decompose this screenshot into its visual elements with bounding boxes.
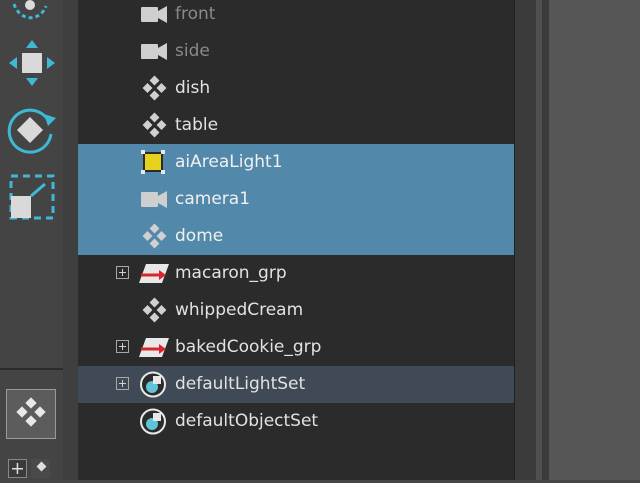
expand-icon[interactable] [116, 340, 129, 353]
outliner-row[interactable]: aiAreaLight1 [78, 144, 514, 181]
add-icon[interactable] [8, 459, 27, 478]
toolbox [0, 0, 68, 480]
outliner-item-label: front [175, 4, 216, 24]
toolbox-separator [0, 368, 68, 370]
mesh-transform-icon [138, 112, 170, 139]
outliner-scrollbar[interactable] [514, 0, 550, 480]
outliner-item-label: defaultObjectSet [175, 411, 319, 431]
layout-small-icon[interactable] [31, 459, 50, 478]
outliner-row[interactable]: defaultLightSet [78, 366, 514, 403]
outliner-row[interactable]: side [78, 33, 514, 70]
outliner-row[interactable]: macaron_grp [78, 255, 514, 292]
outliner-item-label: dish [175, 78, 211, 98]
outliner-item-label: camera1 [175, 189, 251, 209]
camera-icon [138, 186, 170, 213]
rotate-tool-icon[interactable] [4, 104, 60, 156]
outliner-panel: front side dish table aiAreaLight1 camera1 dom… [78, 0, 514, 480]
outliner-row[interactable]: dish [78, 70, 514, 107]
camera-icon [138, 1, 170, 28]
layout-quad-icon[interactable] [6, 389, 56, 439]
mesh-transform-icon [138, 223, 170, 250]
mesh-transform-icon [138, 297, 170, 324]
outliner-row[interactable]: defaultObjectSet [78, 403, 514, 440]
camera-icon [138, 38, 170, 65]
outliner-item-label: defaultLightSet [175, 374, 306, 394]
outliner-item-label: whippedCream [175, 300, 304, 320]
object-set-icon [138, 371, 170, 398]
lasso-select-icon[interactable] [10, 0, 50, 24]
group-icon [138, 334, 170, 361]
group-icon [138, 260, 170, 287]
expand-icon[interactable] [116, 266, 129, 279]
scale-tool-icon[interactable] [7, 172, 57, 222]
outliner-item-label: aiAreaLight1 [175, 152, 283, 172]
outliner-row[interactable]: dome [78, 218, 514, 255]
move-tool-icon[interactable] [7, 38, 57, 88]
area-light-icon [138, 149, 170, 176]
viewport-panel[interactable] [549, 0, 640, 480]
object-set-icon [138, 408, 170, 435]
mesh-transform-icon [138, 75, 170, 102]
scrollbar-thumb[interactable] [536, 0, 542, 480]
outliner-row[interactable]: whippedCream [78, 292, 514, 329]
outliner-row[interactable]: camera1 [78, 181, 514, 218]
expand-icon[interactable] [116, 377, 129, 390]
panel-divider[interactable] [63, 0, 78, 480]
outliner-item-label: dome [175, 226, 224, 246]
outliner-row[interactable]: bakedCookie_grp [78, 329, 514, 366]
outliner-row[interactable]: table [78, 107, 514, 144]
outliner-item-label: side [175, 41, 210, 61]
outliner-row[interactable]: front [78, 0, 514, 33]
outliner-item-label: bakedCookie_grp [175, 337, 322, 357]
outliner-item-label: table [175, 115, 219, 135]
outliner-item-label: macaron_grp [175, 263, 287, 283]
